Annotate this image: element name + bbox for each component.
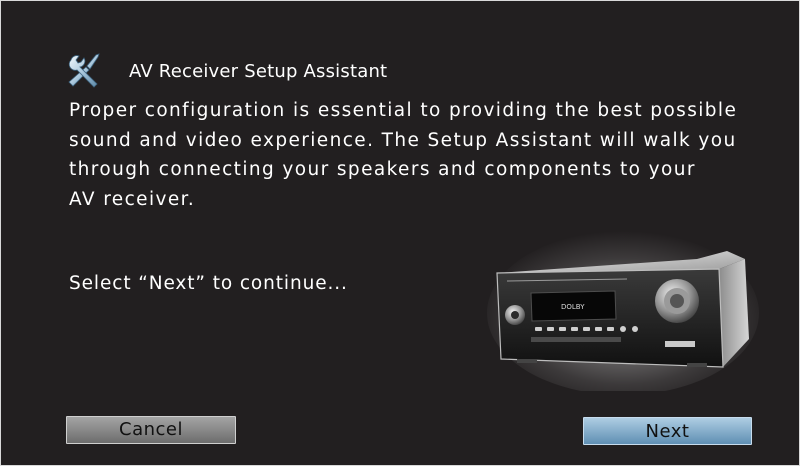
cancel-button[interactable]: Cancel bbox=[66, 416, 236, 444]
continue-prompt: Select “Next” to continue... bbox=[69, 273, 348, 294]
tools-icon bbox=[68, 53, 100, 88]
description-text: Proper configuration is essential to pro… bbox=[69, 96, 769, 214]
page-title: AV Receiver Setup Assistant bbox=[129, 60, 388, 82]
av-receiver-image: DOLBY bbox=[487, 231, 759, 391]
header: AV Receiver Setup Assistant bbox=[65, 51, 387, 91]
description-line: AV receiver. bbox=[69, 188, 196, 210]
description-line: through connecting your speakers and com… bbox=[69, 159, 696, 180]
next-button[interactable]: Next bbox=[583, 417, 752, 445]
description-line: sound and video experience. The Setup As… bbox=[69, 129, 737, 151]
description-line: Proper configuration is essential to pro… bbox=[69, 100, 738, 121]
device-display-text: DOLBY bbox=[561, 303, 585, 311]
setup-assistant-screen: AV Receiver Setup Assistant Proper confi… bbox=[0, 0, 800, 466]
